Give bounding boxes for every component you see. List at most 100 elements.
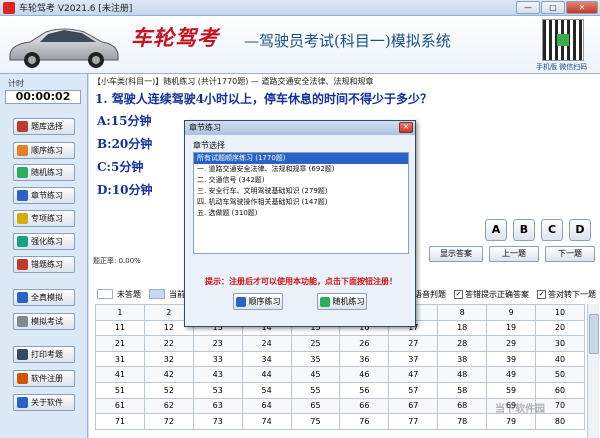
list-item[interactable]: 四. 机动车驾驶操作相关基础知识 (147题) xyxy=(194,197,408,208)
order-practice-button[interactable]: 顺序练习 xyxy=(233,293,283,310)
scrollbar-thumb[interactable] xyxy=(589,314,599,354)
list-item[interactable]: 五. 选做题 (310题) xyxy=(194,208,408,219)
answer-a-button[interactable]: A xyxy=(485,219,507,241)
question-cell[interactable]: 42 xyxy=(143,366,194,383)
list-item[interactable]: 一. 道路交通安全法律、法规和规章 (692题) xyxy=(194,164,408,175)
question-cell[interactable]: 50 xyxy=(535,366,585,383)
left-button-11[interactable]: 关于软件 xyxy=(13,394,75,411)
answer-c-button[interactable]: C xyxy=(541,219,563,241)
question-cell[interactable]: 79 xyxy=(486,413,537,430)
question-cell[interactable]: 74 xyxy=(241,413,292,430)
question-cell[interactable]: 41 xyxy=(95,366,145,383)
question-cell[interactable]: 61 xyxy=(95,397,145,415)
auto-next-checkbox[interactable]: ✓ xyxy=(537,289,546,299)
question-cell[interactable]: 66 xyxy=(339,397,390,415)
question-cell[interactable]: 60 xyxy=(535,381,585,399)
question-cell[interactable]: 25 xyxy=(290,335,341,352)
question-cell[interactable]: 34 xyxy=(241,350,292,368)
question-cell[interactable]: 10 xyxy=(535,304,585,321)
question-cell[interactable]: 55 xyxy=(290,381,341,399)
question-cell[interactable]: 19 xyxy=(486,319,537,337)
question-cell[interactable]: 71 xyxy=(95,413,145,430)
left-button-2[interactable]: 随机练习 xyxy=(13,164,75,181)
question-cell[interactable]: 53 xyxy=(192,381,243,399)
chapter-list[interactable]: 所有试题顺序练习 (1770题) 一. 道路交通安全法律、法规和规章 (692题)… xyxy=(193,152,409,254)
question-cell[interactable]: 54 xyxy=(241,381,292,399)
question-cell[interactable]: 80 xyxy=(535,413,585,430)
left-button-9[interactable]: 打印考题 xyxy=(13,346,75,363)
question-cell[interactable]: 76 xyxy=(339,413,390,430)
question-cell[interactable]: 24 xyxy=(241,335,292,352)
question-cell[interactable]: 36 xyxy=(339,350,390,368)
question-cell[interactable]: 18 xyxy=(437,319,488,337)
question-cell[interactable]: 45 xyxy=(290,366,341,383)
option-d[interactable]: D:10分钟 xyxy=(97,181,153,198)
question-cell[interactable]: 59 xyxy=(486,381,537,399)
question-cell[interactable]: 29 xyxy=(486,335,537,352)
question-cell[interactable]: 40 xyxy=(535,350,585,368)
list-item[interactable]: 二. 交通信号 (342题) xyxy=(194,175,408,186)
question-cell[interactable]: 64 xyxy=(241,397,292,415)
question-cell[interactable]: 26 xyxy=(339,335,390,352)
question-cell[interactable]: 49 xyxy=(486,366,537,383)
question-cell[interactable]: 23 xyxy=(192,335,243,352)
left-button-4[interactable]: 专项练习 xyxy=(13,210,75,227)
question-cell[interactable]: 51 xyxy=(95,381,145,399)
prev-question-button[interactable]: 上一题 xyxy=(489,246,539,262)
left-button-8[interactable]: 模拟考试 xyxy=(13,313,75,330)
question-cell[interactable]: 56 xyxy=(339,381,390,399)
show-answer-button[interactable]: 显示答案 xyxy=(429,246,483,262)
answer-b-button[interactable]: B xyxy=(513,219,535,241)
left-button-5[interactable]: 强化练习 xyxy=(13,233,75,250)
question-cell[interactable]: 72 xyxy=(143,413,194,430)
next-question-button[interactable]: 下一题 xyxy=(545,246,595,262)
minimize-button[interactable]: — xyxy=(516,1,540,14)
option-c[interactable]: C:5分钟 xyxy=(97,158,143,175)
question-cell[interactable]: 38 xyxy=(437,350,488,368)
question-cell[interactable]: 21 xyxy=(95,335,145,352)
question-cell[interactable]: 20 xyxy=(535,319,585,337)
left-button-1[interactable]: 顺序练习 xyxy=(13,142,75,159)
question-cell[interactable]: 48 xyxy=(437,366,488,383)
list-item[interactable]: 三. 安全行车、文明驾驶基础知识 (279题) xyxy=(194,186,408,197)
list-item[interactable]: 所有试题顺序练习 (1770题) xyxy=(194,153,408,164)
close-button[interactable]: ✕ xyxy=(566,1,598,14)
question-cell[interactable]: 22 xyxy=(143,335,194,352)
left-button-6[interactable]: 错题练习 xyxy=(13,256,75,273)
question-cell[interactable]: 31 xyxy=(95,350,145,368)
question-cell[interactable]: 44 xyxy=(241,366,292,383)
show-correct-checkbox[interactable]: ✓ xyxy=(454,289,463,299)
answer-d-button[interactable]: D xyxy=(569,219,591,241)
option-b[interactable]: B:20分钟 xyxy=(97,135,152,152)
question-cell[interactable]: 57 xyxy=(388,381,439,399)
question-cell[interactable]: 62 xyxy=(143,397,194,415)
maximize-button[interactable]: □ xyxy=(541,1,565,14)
question-cell[interactable]: 77 xyxy=(388,413,439,430)
question-cell[interactable]: 35 xyxy=(290,350,341,368)
question-cell[interactable]: 43 xyxy=(192,366,243,383)
left-button-3[interactable]: 章节练习 xyxy=(13,187,75,204)
question-cell[interactable]: 28 xyxy=(437,335,488,352)
question-cell[interactable]: 30 xyxy=(535,335,585,352)
question-cell[interactable]: 73 xyxy=(192,413,243,430)
left-button-7[interactable]: 全真模拟 xyxy=(13,289,75,306)
question-cell[interactable]: 27 xyxy=(388,335,439,352)
grid-scrollbar[interactable] xyxy=(587,304,599,438)
question-cell[interactable]: 67 xyxy=(388,397,439,415)
question-cell[interactable]: 68 xyxy=(437,397,488,415)
question-cell[interactable]: 47 xyxy=(388,366,439,383)
question-cell[interactable]: 52 xyxy=(143,381,194,399)
option-a[interactable]: A:15分钟 xyxy=(97,112,151,129)
question-cell[interactable]: 75 xyxy=(290,413,341,430)
question-cell[interactable]: 33 xyxy=(192,350,243,368)
question-cell[interactable]: 9 xyxy=(486,304,537,321)
random-practice-button[interactable]: 随机练习 xyxy=(317,293,367,310)
question-cell[interactable]: 46 xyxy=(339,366,390,383)
question-cell[interactable]: 32 xyxy=(143,350,194,368)
question-cell[interactable]: 1 xyxy=(95,304,145,321)
left-button-0[interactable]: 题库选择 xyxy=(13,118,75,135)
question-cell[interactable]: 11 xyxy=(95,319,145,337)
dialog-close-icon[interactable]: ✕ xyxy=(399,122,413,133)
question-cell[interactable]: 37 xyxy=(388,350,439,368)
question-cell[interactable]: 63 xyxy=(192,397,243,415)
